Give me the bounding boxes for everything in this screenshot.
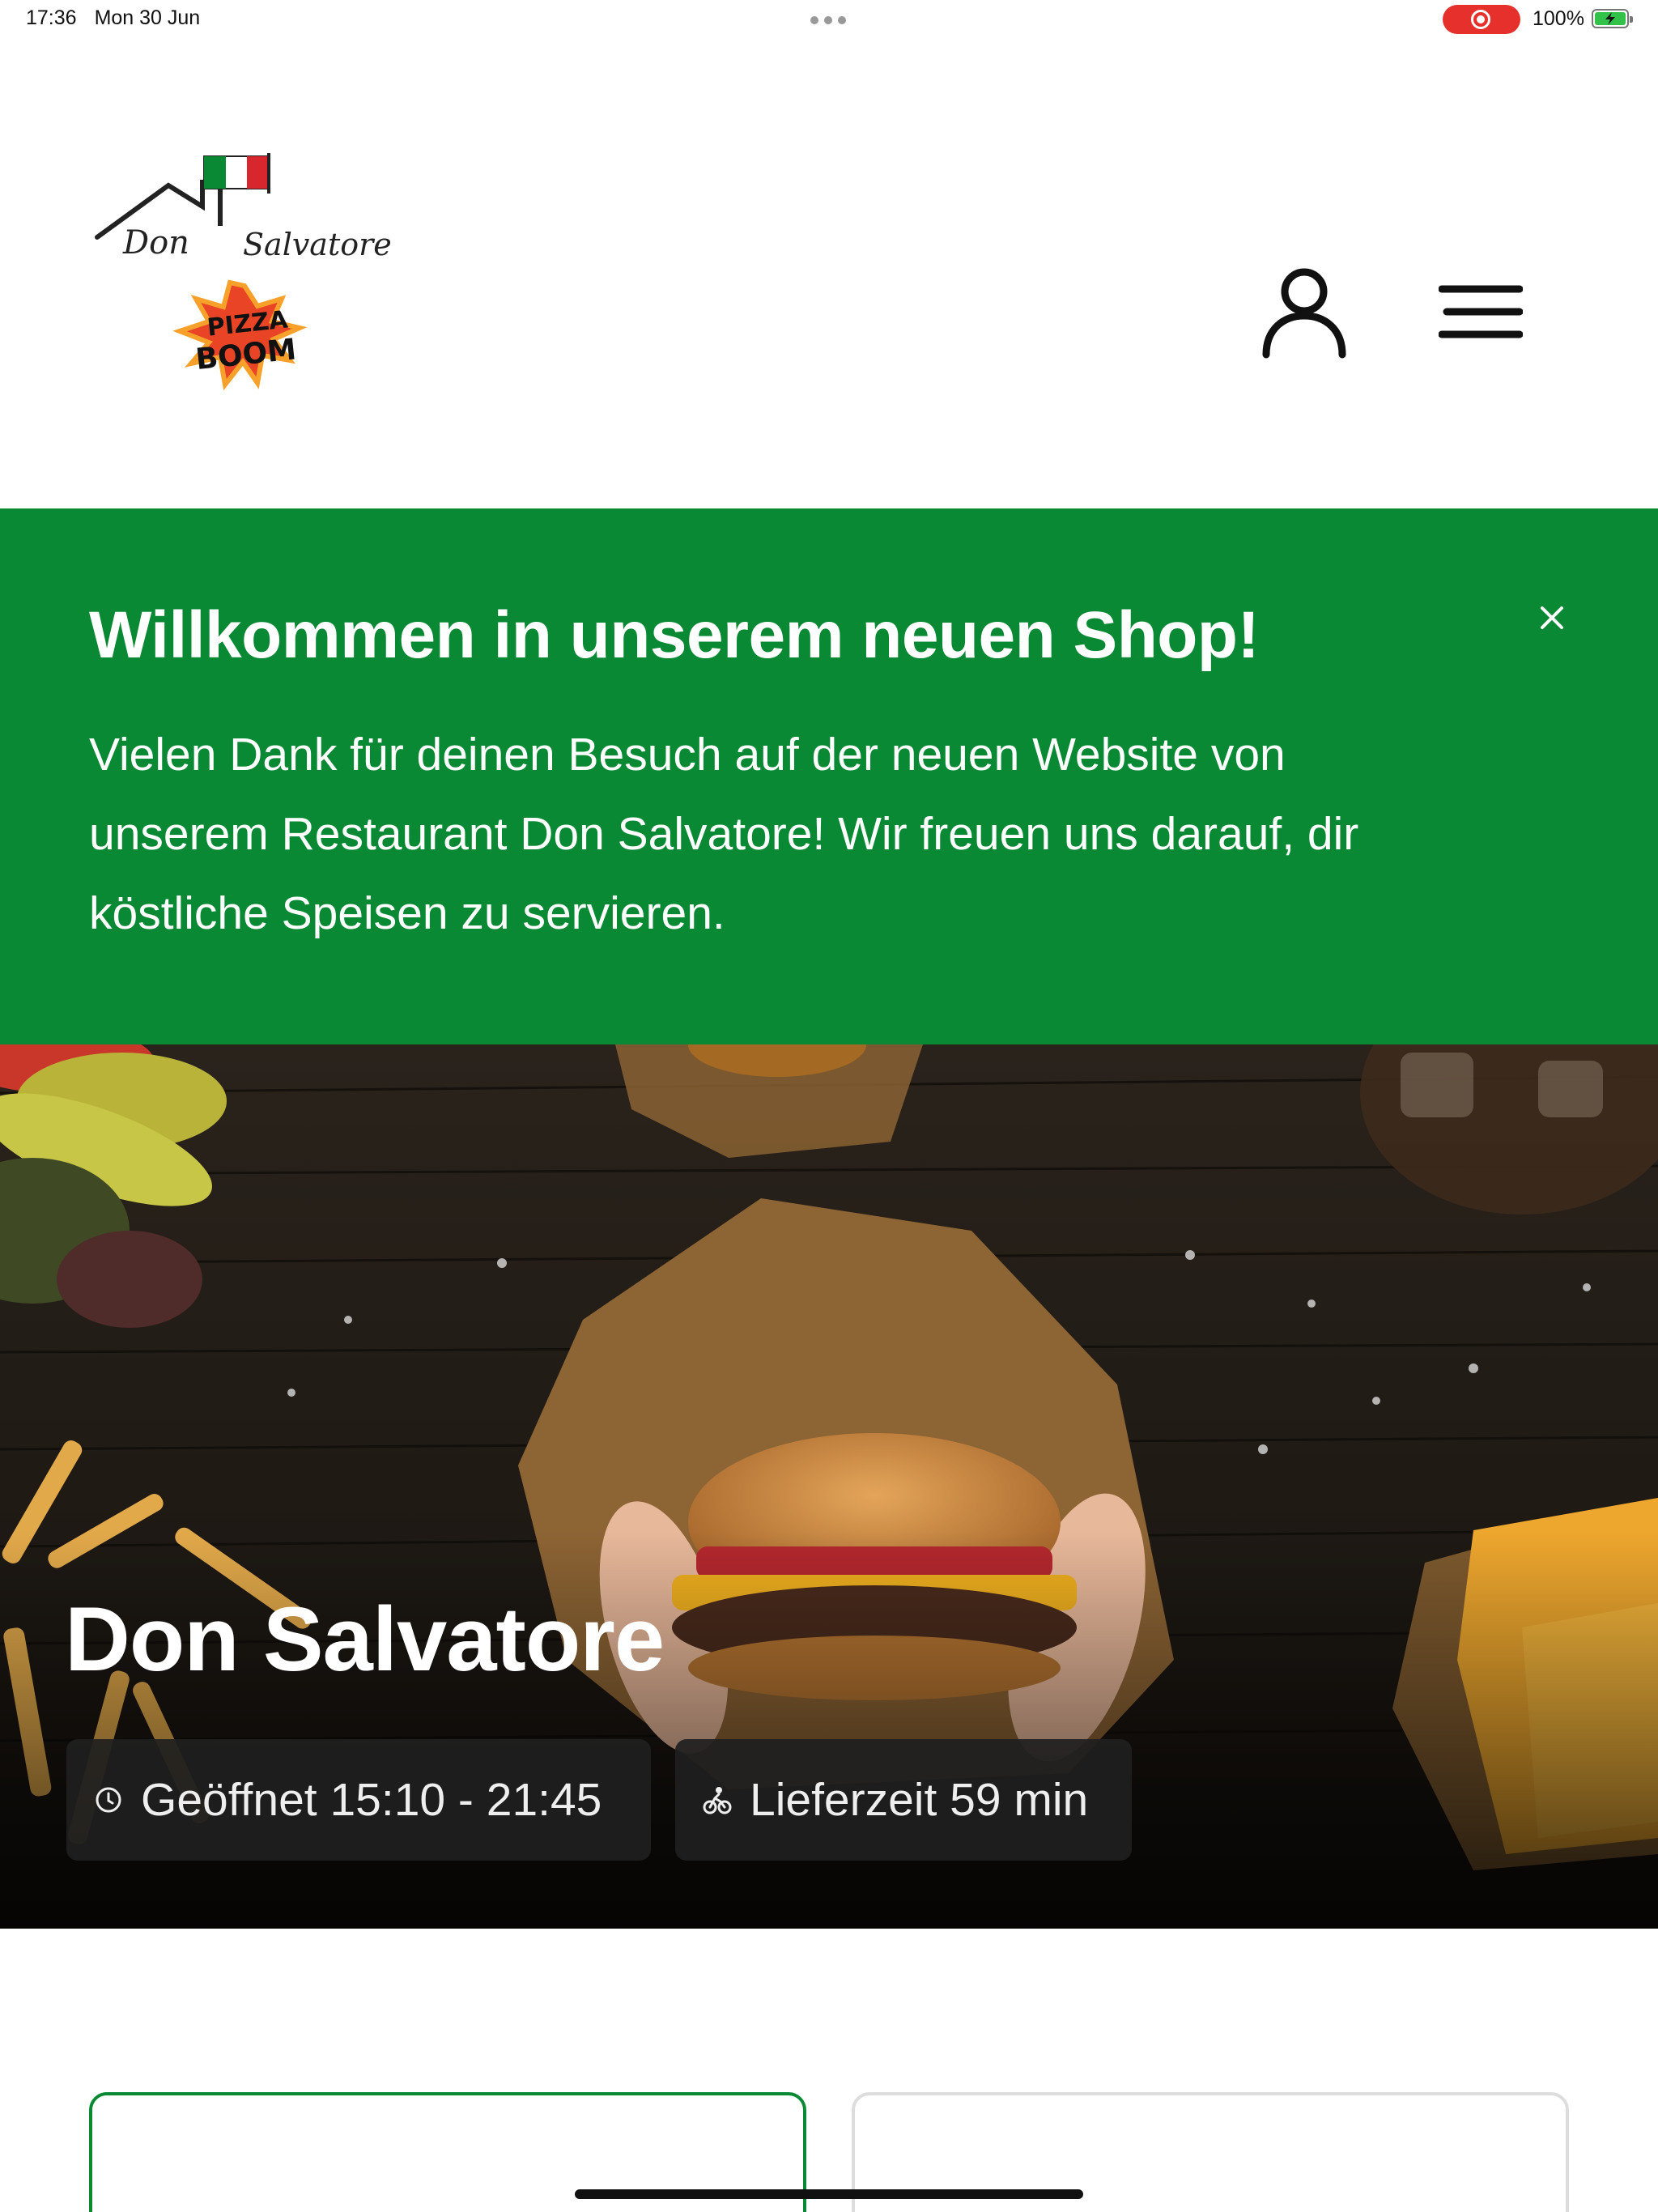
close-button[interactable] — [1532, 598, 1572, 638]
svg-text:Don: Don — [122, 224, 189, 262]
close-icon — [1541, 606, 1563, 629]
banner-message: Vielen Dank für deinen Besuch auf der ne… — [89, 715, 1514, 953]
site-header: Don Salvatore PIZZA BOOM — [0, 39, 1658, 508]
clock-icon — [96, 1787, 121, 1813]
menu-button[interactable] — [1433, 264, 1528, 359]
status-bar: 17:36 Mon 30 Jun 100% — [0, 0, 1658, 39]
opening-hours-text: Geöffnet 15:10 - 21:45 — [141, 1774, 602, 1826]
menu-icon — [1439, 285, 1523, 338]
battery-icon — [1592, 9, 1633, 28]
status-date: Mon 30 Jun — [94, 6, 201, 29]
home-indicator[interactable] — [575, 2189, 1083, 2199]
opening-hours-chip: Geöffnet 15:10 - 21:45 — [66, 1739, 651, 1861]
logo[interactable]: Don Salvatore PIZZA BOOM — [91, 148, 398, 432]
battery-percentage: 100% — [1533, 7, 1584, 30]
screen-recording-icon[interactable] — [1443, 5, 1520, 34]
user-icon — [1262, 268, 1346, 359]
account-button[interactable] — [1256, 264, 1352, 359]
hero-section: Don Salvatore Geöffnet 15:10 - 21:45 Lie… — [0, 1044, 1658, 1929]
bicycle-icon — [703, 1787, 732, 1814]
delivery-time-text: Lieferzeit 59 min — [750, 1774, 1089, 1826]
multitasking-dots-icon[interactable] — [810, 16, 846, 24]
status-left: 17:36 Mon 30 Jun — [26, 6, 200, 30]
delivery-time-chip: Lieferzeit 59 min — [675, 1739, 1132, 1861]
svg-text:Salvatore: Salvatore — [243, 227, 392, 262]
banner-message-line: unserem Restaurant Don Salvatore! Wir fr… — [89, 808, 1359, 860]
banner-title: Willkommen in unserem neuen Shop! — [89, 598, 1260, 672]
banner-message-line: Vielen Dank für deinen Besuch auf der ne… — [89, 729, 1286, 781]
status-time: 17:36 — [26, 6, 77, 29]
banner-message-line: köstliche Speisen zu servieren. — [89, 887, 725, 939]
restaurant-name: Don Salvatore — [65, 1589, 665, 1690]
welcome-banner: Willkommen in unserem neuen Shop! Vielen… — [0, 508, 1658, 1044]
